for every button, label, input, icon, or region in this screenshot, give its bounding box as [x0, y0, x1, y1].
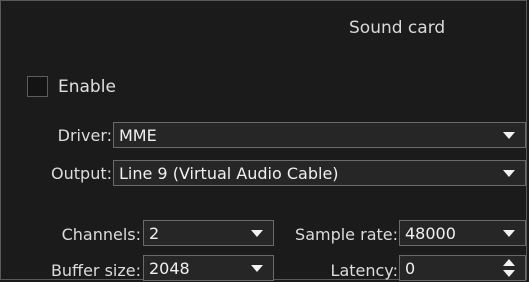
- channels-select[interactable]: 2: [143, 220, 274, 246]
- driver-select[interactable]: MME: [113, 122, 526, 148]
- latency-value: 0: [405, 258, 416, 278]
- chevron-down-icon: [251, 229, 263, 237]
- spin-up-icon[interactable]: [503, 259, 515, 266]
- spin-buttons[interactable]: [503, 259, 515, 277]
- sound-card-panel: Sound card Enable Driver: MME Output: Li…: [0, 0, 527, 281]
- spin-down-icon[interactable]: [503, 270, 515, 277]
- latency-spinbox[interactable]: 0: [399, 255, 526, 281]
- channels-label: Channels:: [61, 225, 141, 244]
- driver-label: Driver:: [57, 126, 112, 145]
- chevron-down-icon: [251, 264, 263, 272]
- enable-checkbox[interactable]: [27, 76, 48, 97]
- output-select[interactable]: Line 9 (Virtual Audio Cable): [113, 160, 526, 186]
- chevron-down-icon: [503, 131, 515, 139]
- buffer-size-select[interactable]: 2048: [143, 255, 274, 281]
- output-value: Line 9 (Virtual Audio Cable): [119, 163, 339, 183]
- buffer-size-label: Buffer size:: [50, 261, 141, 280]
- channels-value: 2: [149, 223, 160, 243]
- enable-row[interactable]: Enable: [27, 76, 116, 97]
- chevron-down-icon: [503, 229, 515, 237]
- driver-value: MME: [119, 125, 157, 145]
- output-label: Output:: [51, 164, 112, 183]
- sample-rate-value: 48000: [405, 223, 456, 243]
- panel-title: Sound card: [349, 18, 446, 38]
- sample-rate-label: Sample rate:: [295, 225, 398, 244]
- latency-label: Latency:: [330, 261, 398, 280]
- enable-label: Enable: [58, 76, 116, 97]
- chevron-down-icon: [503, 169, 515, 177]
- sample-rate-select[interactable]: 48000: [399, 220, 526, 246]
- buffer-size-value: 2048: [149, 258, 190, 278]
